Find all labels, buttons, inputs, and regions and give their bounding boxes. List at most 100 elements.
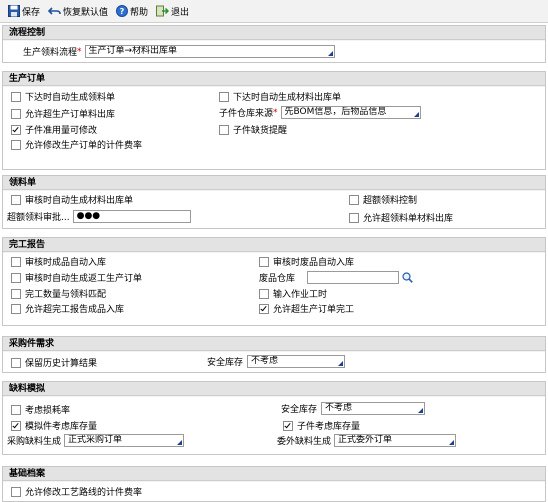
dropdown-corner-icon — [449, 440, 455, 445]
report-checkbox-7[interactable]: 允许超生产订单完工 — [259, 302, 354, 315]
checkbox[interactable] — [259, 256, 269, 267]
section-shortage-simulation: 缺料模拟 考虑损耗率 模拟件考虑库存量 采购缺料生成 正式采购订单 安全库存 不… — [2, 381, 546, 455]
restore-default-button[interactable]: 恢复默认值 — [46, 2, 110, 20]
section-title: 领料单 — [3, 176, 545, 190]
help-icon: ? — [116, 5, 129, 17]
approve-password-input[interactable]: ●●● — [72, 210, 191, 223]
floppy-disk-icon — [8, 5, 20, 17]
section-purchase-demand: 采购件需求 保留历史计算结果 安全库存 不考虑 — [2, 336, 546, 373]
checkbox-checked[interactable] — [283, 420, 293, 431]
mo-checkbox-6[interactable]: 子件缺货提醒 — [219, 123, 287, 136]
dropdown-corner-icon — [413, 112, 419, 117]
po-value: 正式采购订单 — [68, 435, 123, 445]
checkbox-label: 子件考虑库存量 — [297, 422, 361, 432]
exit-icon — [156, 5, 170, 17]
section-flow-control: 流程控制 生产领料流程 * 生产订单→材料出库单 — [2, 25, 546, 63]
ou-select[interactable]: 正式委外订单 — [334, 434, 457, 447]
mo-checkbox-1[interactable]: 下达时自动生成领料单 — [11, 90, 115, 103]
checkbox-label: 允许超完工报告成品入库 — [25, 305, 125, 315]
checkbox[interactable] — [11, 139, 21, 150]
checkbox[interactable] — [11, 108, 21, 119]
base-checkbox-1[interactable]: 允许修改工艺路线的计件费率 — [11, 485, 142, 498]
checkbox-label: 允许超生产订单料出库 — [25, 110, 116, 120]
checkbox[interactable] — [11, 357, 21, 368]
checkbox[interactable] — [259, 288, 269, 299]
waste-warehouse-input[interactable] — [307, 271, 400, 284]
safety-label: 安全库存 — [281, 405, 318, 415]
checkbox[interactable] — [219, 124, 229, 135]
source-label: 子件仓库来源 — [219, 109, 274, 119]
restore-label: 恢复默认值 — [63, 7, 109, 18]
section-title: 生产订单 — [3, 72, 545, 86]
shortage-checkbox-3[interactable]: 子件考虑库存量 — [283, 419, 360, 432]
mo-checkbox-2[interactable]: 允许超生产订单料出库 — [11, 107, 115, 120]
checkbox-label: 审核时自动生成返工生产订单 — [25, 274, 143, 284]
pick-checkbox-3[interactable]: 允许超领料单材料出库 — [349, 211, 453, 224]
checkbox-checked[interactable] — [11, 420, 21, 431]
checkbox[interactable] — [11, 288, 21, 299]
save-label: 保存 — [22, 7, 41, 18]
section-completion-report: 完工报告 审核时成品自动入库 审核时自动生成返工生产订单 完工数量与领料匹配 允… — [2, 237, 546, 326]
mo-checkbox-3[interactable]: 子件准用量可修改 — [11, 123, 97, 136]
checkbox[interactable] — [11, 404, 21, 415]
shortage-safety-select[interactable]: 不考虑 — [321, 402, 426, 415]
mo-checkbox-5[interactable]: 下达时自动生成材料出库单 — [219, 90, 341, 103]
checkbox[interactable] — [219, 91, 229, 102]
checkbox-label: 输入作业工时 — [273, 290, 328, 300]
checkbox[interactable] — [349, 194, 359, 205]
report-checkbox-3[interactable]: 完工数量与领料匹配 — [11, 287, 106, 300]
section-basic-archives: 基础档案 允许修改工艺路线的计件费率 — [2, 466, 546, 502]
flow-field: 生产领料流程 * 生产订单→材料出库单 — [23, 45, 335, 58]
approve-value: ●●● — [76, 211, 101, 221]
section-title: 基础档案 — [3, 467, 545, 481]
shortage-checkbox-2[interactable]: 模拟件考虑库存量 — [11, 419, 97, 432]
checkbox[interactable] — [11, 194, 21, 205]
purchase-checkbox-1[interactable]: 保留历史计算结果 — [11, 356, 97, 369]
checkbox[interactable] — [349, 212, 359, 223]
mo-source-field: 子件仓库来源 * 先BOM信息，后物品信息 — [219, 106, 421, 119]
report-checkbox-1[interactable]: 审核时成品自动入库 — [11, 255, 106, 268]
mo-checkbox-4[interactable]: 允许修改生产订单的计件费率 — [11, 138, 142, 151]
section-production-order: 生产订单 下达时自动生成领料单 允许超生产订单料出库 子件准用量可修改 允许修改… — [2, 71, 546, 170]
dropdown-corner-icon — [338, 361, 344, 366]
flow-value: 生产订单→材料出库单 — [88, 46, 178, 56]
dropdown-corner-icon — [177, 440, 183, 445]
checkbox-label: 审核时成品自动入库 — [25, 258, 107, 268]
checkbox-label: 保留历史计算结果 — [25, 359, 98, 369]
shortage-ou-field: 委外缺料生成 正式委外订单 — [277, 434, 457, 447]
section-picking-list: 领料单 审核时自动生成材料出库单 超额领料审批... ●●● 超额领料控制 允许… — [2, 175, 546, 229]
help-label: 帮助 — [130, 7, 149, 18]
section-title: 采购件需求 — [3, 337, 545, 351]
checkbox[interactable] — [11, 272, 21, 283]
po-select[interactable]: 正式采购订单 — [64, 434, 185, 447]
checkbox[interactable] — [11, 303, 21, 314]
shortage-safety-field: 安全库存 不考虑 — [281, 402, 426, 415]
checkbox-label: 审核时废品自动入库 — [273, 258, 355, 268]
checkbox-label: 下达时自动生成领料单 — [25, 93, 116, 103]
magnifier-icon[interactable] — [402, 272, 413, 283]
pick-approve-field: 超额领料审批... ●●● — [7, 210, 191, 223]
help-button[interactable]: ? 帮助 — [114, 2, 150, 20]
checkbox[interactable] — [11, 91, 21, 102]
exit-button[interactable]: 退出 — [154, 2, 191, 20]
report-checkbox-5[interactable]: 审核时废品自动入库 — [259, 255, 354, 268]
shortage-checkbox-1[interactable]: 考虑损耗率 — [11, 403, 70, 416]
purchase-safety-select[interactable]: 不考虑 — [247, 355, 346, 368]
checkbox-checked[interactable] — [259, 303, 269, 314]
checkbox-label: 允许超生产订单完工 — [273, 305, 355, 315]
pick-checkbox-2[interactable]: 超额领料控制 — [349, 193, 417, 206]
save-button[interactable]: 保存 — [6, 2, 42, 20]
approve-label: 超额领料审批... — [7, 213, 70, 223]
safety-label: 安全库存 — [207, 358, 244, 368]
checkbox[interactable] — [11, 486, 21, 497]
checkbox-label: 下达时自动生成材料出库单 — [233, 93, 342, 103]
checkbox-checked[interactable] — [11, 124, 21, 135]
checkbox[interactable] — [11, 256, 21, 267]
pick-checkbox-1[interactable]: 审核时自动生成材料出库单 — [11, 193, 133, 206]
waste-label: 废品仓库 — [259, 274, 296, 284]
source-select[interactable]: 先BOM信息，后物品信息 — [280, 106, 421, 119]
report-checkbox-2[interactable]: 审核时自动生成返工生产订单 — [11, 271, 142, 284]
flow-select[interactable]: 生产订单→材料出库单 — [84, 45, 335, 58]
report-checkbox-4[interactable]: 允许超完工报告成品入库 — [11, 302, 124, 315]
report-checkbox-6[interactable]: 输入作业工时 — [259, 287, 327, 300]
